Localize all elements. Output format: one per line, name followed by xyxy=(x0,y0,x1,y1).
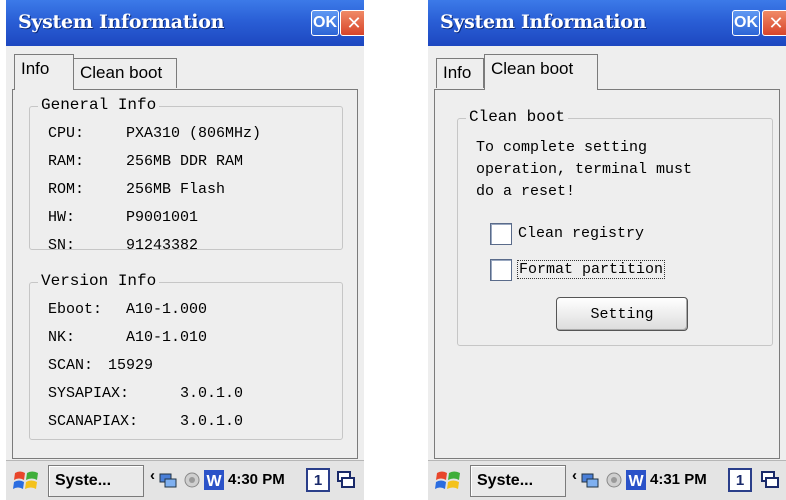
message-line-1: To complete setting xyxy=(476,139,648,156)
network-icon[interactable] xyxy=(580,470,600,490)
tab-clean-boot[interactable]: Clean boot xyxy=(73,58,177,88)
tray-left-arrow: ‹ xyxy=(572,467,577,484)
window-title: System Information xyxy=(440,11,647,33)
ok-button[interactable]: OK xyxy=(732,10,760,36)
screen-clean-boot: System Information OK ✕ Info Clean boot … xyxy=(428,0,786,500)
svg-text:W: W xyxy=(206,473,222,490)
clock[interactable]: 4:31 PM xyxy=(650,471,707,488)
title-bar: System Information OK ✕ xyxy=(428,0,786,46)
battery-icon[interactable] xyxy=(182,470,202,490)
version-info-legend: Version Info xyxy=(38,272,160,290)
network-icon[interactable] xyxy=(158,470,178,490)
setting-button[interactable]: Setting xyxy=(556,297,688,331)
svg-text:W: W xyxy=(628,473,644,490)
clean-boot-legend: Clean boot xyxy=(466,108,569,126)
tab-panel-clean-boot: Clean boot To complete setting operation… xyxy=(434,89,780,459)
cpu-label: CPU: xyxy=(48,125,85,142)
message-line-2: operation, terminal must xyxy=(476,161,693,178)
tab-info[interactable]: Info xyxy=(14,54,74,90)
windows-start-icon[interactable] xyxy=(12,467,40,495)
scanapiax-value: 3.0.1.0 xyxy=(180,413,244,430)
close-button[interactable]: ✕ xyxy=(762,10,786,36)
ram-value: 256MB DDR RAM xyxy=(126,153,244,170)
cpu-value: PXA310 (806MHz) xyxy=(126,125,262,142)
hw-label: HW: xyxy=(48,209,76,226)
input-panel-w-icon[interactable]: W xyxy=(204,470,224,490)
ram-label: RAM: xyxy=(48,153,85,170)
scanapiax-label: SCANAPIAX: xyxy=(48,413,139,430)
clean-boot-group: Clean boot To complete setting operation… xyxy=(457,108,773,346)
general-info-legend: General Info xyxy=(38,96,160,114)
taskbar: Syste... ‹ W 4:31 PM 1 xyxy=(428,460,786,500)
format-partition-checkbox[interactable] xyxy=(490,259,512,281)
desktop-number-button[interactable]: 1 xyxy=(728,468,752,492)
tab-info[interactable]: Info xyxy=(436,58,484,88)
sysapiax-value: 3.0.1.0 xyxy=(180,385,244,402)
sn-value: 91243382 xyxy=(126,237,199,254)
close-button[interactable]: ✕ xyxy=(340,10,364,36)
message-line-3: do a reset! xyxy=(476,183,576,200)
close-icon: ✕ xyxy=(346,12,362,33)
taskbar: Syste... ‹ W 4:30 PM 1 xyxy=(6,460,364,500)
general-info-group: General Info CPU: PXA310 (806MHz) RAM: 2… xyxy=(29,96,343,254)
hw-value: P9001001 xyxy=(126,209,199,226)
tab-clean-boot[interactable]: Clean boot xyxy=(484,54,598,90)
clock[interactable]: 4:30 PM xyxy=(228,471,285,488)
rom-label: ROM: xyxy=(48,181,85,198)
version-info-group: Version Info Eboot: A10-1.000 NK: A10-1.… xyxy=(29,272,343,440)
ok-button[interactable]: OK xyxy=(311,10,339,36)
title-bar: System Information OK ✕ xyxy=(6,0,364,46)
rom-value: 256MB Flash xyxy=(126,181,226,198)
battery-icon[interactable] xyxy=(604,470,624,490)
clean-registry-label[interactable]: Clean registry xyxy=(518,225,644,242)
sn-label: SN: xyxy=(48,237,76,254)
windows-start-icon[interactable] xyxy=(434,467,462,495)
task-button-system-info[interactable]: Syste... xyxy=(48,465,144,497)
format-partition-label[interactable]: Format partition xyxy=(516,260,666,279)
nk-value: A10-1.010 xyxy=(126,329,208,346)
close-icon: ✕ xyxy=(768,12,784,33)
task-button-system-info[interactable]: Syste... xyxy=(470,465,566,497)
scan-label: SCAN: xyxy=(48,357,94,374)
window-title: System Information xyxy=(18,11,225,33)
scan-value: 15929 xyxy=(108,357,154,374)
nk-label: NK: xyxy=(48,329,76,346)
input-panel-w-icon[interactable]: W xyxy=(626,470,646,490)
desktop-icon[interactable] xyxy=(336,470,356,490)
sysapiax-label: SYSAPIAX: xyxy=(48,385,130,402)
desktop-number-button[interactable]: 1 xyxy=(306,468,330,492)
eboot-value: A10-1.000 xyxy=(126,301,208,318)
eboot-label: Eboot: xyxy=(48,301,103,318)
tray-left-arrow: ‹ xyxy=(150,467,155,484)
desktop-icon[interactable] xyxy=(760,470,780,490)
screen-info: System Information OK ✕ Info Clean boot … xyxy=(6,0,364,500)
clean-registry-checkbox[interactable] xyxy=(490,223,512,245)
tab-panel-info: General Info CPU: PXA310 (806MHz) RAM: 2… xyxy=(12,89,358,459)
